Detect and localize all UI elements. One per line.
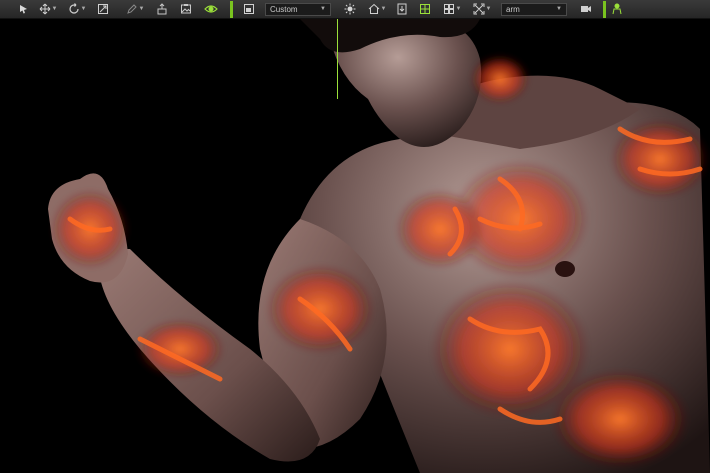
- render-preset-dropdown[interactable]: Custom ▼: [265, 2, 331, 16]
- rotate-icon[interactable]: ▼: [62, 0, 92, 19]
- frame-icon[interactable]: [239, 0, 259, 19]
- character-render: [48, 19, 710, 473]
- layout-icon[interactable]: ▼: [437, 0, 467, 19]
- viewport-toolbar: ▼ ▼ ▼ Custom ▼ ▼ ▼ ▼ arm ▼: [0, 0, 710, 19]
- light-icon[interactable]: [337, 0, 363, 19]
- home-icon[interactable]: ▼: [363, 0, 391, 19]
- edit-icon[interactable]: ▼: [120, 0, 150, 19]
- chevron-down-icon: ▼: [320, 6, 326, 12]
- camera-icon[interactable]: [573, 0, 599, 19]
- unit-dropdown[interactable]: arm ▼: [501, 2, 567, 16]
- render-preset-value: Custom: [270, 4, 298, 14]
- viewport-guide-line: [337, 19, 338, 99]
- info-icon[interactable]: [391, 0, 413, 19]
- grid-icon[interactable]: [413, 0, 437, 19]
- 3d-viewport[interactable]: [0, 19, 710, 473]
- pose-icon[interactable]: [150, 0, 174, 19]
- chevron-down-icon: ▼: [556, 6, 562, 12]
- pin-icon[interactable]: ▼: [467, 0, 497, 19]
- toolbar-separator: [603, 0, 606, 18]
- avatar-icon[interactable]: [608, 0, 626, 19]
- scale-icon[interactable]: [92, 0, 114, 19]
- visibility-eye-icon[interactable]: [198, 0, 224, 19]
- select-arrow-icon[interactable]: [14, 0, 34, 19]
- snapshot-icon[interactable]: [174, 0, 198, 19]
- unit-value: arm: [506, 4, 520, 14]
- toolbar-separator: [230, 0, 233, 18]
- move-icon[interactable]: ▼: [34, 0, 62, 19]
